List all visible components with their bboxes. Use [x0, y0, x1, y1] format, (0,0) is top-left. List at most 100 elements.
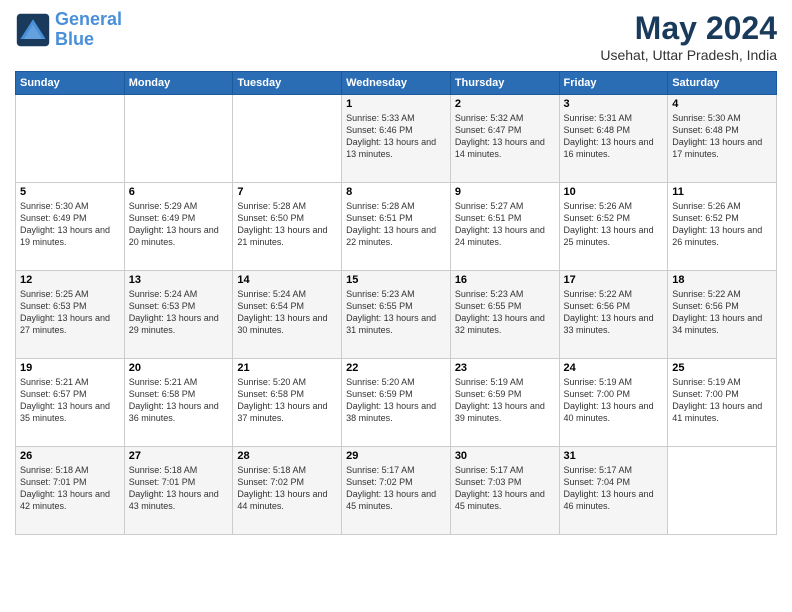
- day-number: 13: [129, 274, 229, 286]
- day-number: 5: [20, 186, 120, 198]
- day-number: 11: [672, 186, 772, 198]
- week-row-5: 26 Sunrise: 5:18 AM Sunset: 7:01 PM Dayl…: [16, 447, 777, 535]
- day-number: 28: [237, 450, 337, 462]
- day-cell: 13 Sunrise: 5:24 AM Sunset: 6:53 PM Dayl…: [124, 271, 233, 359]
- week-row-4: 19 Sunrise: 5:21 AM Sunset: 6:57 PM Dayl…: [16, 359, 777, 447]
- day-number: 31: [564, 450, 664, 462]
- page: General Blue May 2024 Usehat, Uttar Prad…: [0, 0, 792, 612]
- day-info: Sunrise: 5:32 AM Sunset: 6:47 PM Dayligh…: [455, 112, 555, 161]
- day-info: Sunrise: 5:18 AM Sunset: 7:01 PM Dayligh…: [20, 464, 120, 513]
- day-info: Sunrise: 5:19 AM Sunset: 6:59 PM Dayligh…: [455, 376, 555, 425]
- logo-icon: [15, 12, 51, 48]
- day-info: Sunrise: 5:33 AM Sunset: 6:46 PM Dayligh…: [346, 112, 446, 161]
- day-info: Sunrise: 5:19 AM Sunset: 7:00 PM Dayligh…: [564, 376, 664, 425]
- day-info: Sunrise: 5:29 AM Sunset: 6:49 PM Dayligh…: [129, 200, 229, 249]
- day-info: Sunrise: 5:20 AM Sunset: 6:59 PM Dayligh…: [346, 376, 446, 425]
- day-info: Sunrise: 5:17 AM Sunset: 7:02 PM Dayligh…: [346, 464, 446, 513]
- day-number: 8: [346, 186, 446, 198]
- day-cell: 26 Sunrise: 5:18 AM Sunset: 7:01 PM Dayl…: [16, 447, 125, 535]
- col-friday: Friday: [559, 72, 668, 95]
- day-number: 30: [455, 450, 555, 462]
- day-cell: 31 Sunrise: 5:17 AM Sunset: 7:04 PM Dayl…: [559, 447, 668, 535]
- day-info: Sunrise: 5:28 AM Sunset: 6:50 PM Dayligh…: [237, 200, 337, 249]
- day-cell: 4 Sunrise: 5:30 AM Sunset: 6:48 PM Dayli…: [668, 95, 777, 183]
- day-info: Sunrise: 5:21 AM Sunset: 6:58 PM Dayligh…: [129, 376, 229, 425]
- day-info: Sunrise: 5:25 AM Sunset: 6:53 PM Dayligh…: [20, 288, 120, 337]
- col-monday: Monday: [124, 72, 233, 95]
- day-info: Sunrise: 5:17 AM Sunset: 7:03 PM Dayligh…: [455, 464, 555, 513]
- day-cell: 1 Sunrise: 5:33 AM Sunset: 6:46 PM Dayli…: [342, 95, 451, 183]
- col-tuesday: Tuesday: [233, 72, 342, 95]
- day-number: 3: [564, 98, 664, 110]
- header: General Blue May 2024 Usehat, Uttar Prad…: [15, 10, 777, 63]
- day-number: 29: [346, 450, 446, 462]
- week-row-1: 1 Sunrise: 5:33 AM Sunset: 6:46 PM Dayli…: [16, 95, 777, 183]
- day-info: Sunrise: 5:24 AM Sunset: 6:53 PM Dayligh…: [129, 288, 229, 337]
- day-info: Sunrise: 5:24 AM Sunset: 6:54 PM Dayligh…: [237, 288, 337, 337]
- day-cell: 5 Sunrise: 5:30 AM Sunset: 6:49 PM Dayli…: [16, 183, 125, 271]
- day-info: Sunrise: 5:22 AM Sunset: 6:56 PM Dayligh…: [672, 288, 772, 337]
- calendar-table: Sunday Monday Tuesday Wednesday Thursday…: [15, 71, 777, 535]
- day-info: Sunrise: 5:21 AM Sunset: 6:57 PM Dayligh…: [20, 376, 120, 425]
- logo-line2: Blue: [55, 29, 94, 49]
- day-number: 15: [346, 274, 446, 286]
- day-cell: 28 Sunrise: 5:18 AM Sunset: 7:02 PM Dayl…: [233, 447, 342, 535]
- logo-text: General Blue: [55, 10, 122, 50]
- day-cell: 9 Sunrise: 5:27 AM Sunset: 6:51 PM Dayli…: [450, 183, 559, 271]
- day-info: Sunrise: 5:27 AM Sunset: 6:51 PM Dayligh…: [455, 200, 555, 249]
- day-cell: 7 Sunrise: 5:28 AM Sunset: 6:50 PM Dayli…: [233, 183, 342, 271]
- day-cell: 8 Sunrise: 5:28 AM Sunset: 6:51 PM Dayli…: [342, 183, 451, 271]
- day-number: 2: [455, 98, 555, 110]
- day-info: Sunrise: 5:19 AM Sunset: 7:00 PM Dayligh…: [672, 376, 772, 425]
- day-number: 4: [672, 98, 772, 110]
- day-number: 10: [564, 186, 664, 198]
- day-number: 12: [20, 274, 120, 286]
- day-cell: 24 Sunrise: 5:19 AM Sunset: 7:00 PM Dayl…: [559, 359, 668, 447]
- day-cell: 12 Sunrise: 5:25 AM Sunset: 6:53 PM Dayl…: [16, 271, 125, 359]
- day-info: Sunrise: 5:18 AM Sunset: 7:02 PM Dayligh…: [237, 464, 337, 513]
- day-info: Sunrise: 5:18 AM Sunset: 7:01 PM Dayligh…: [129, 464, 229, 513]
- day-cell: 2 Sunrise: 5:32 AM Sunset: 6:47 PM Dayli…: [450, 95, 559, 183]
- day-cell: [668, 447, 777, 535]
- day-number: 19: [20, 362, 120, 374]
- day-number: 6: [129, 186, 229, 198]
- day-info: Sunrise: 5:22 AM Sunset: 6:56 PM Dayligh…: [564, 288, 664, 337]
- col-saturday: Saturday: [668, 72, 777, 95]
- day-number: 9: [455, 186, 555, 198]
- calendar-header: Sunday Monday Tuesday Wednesday Thursday…: [16, 72, 777, 95]
- day-info: Sunrise: 5:26 AM Sunset: 6:52 PM Dayligh…: [672, 200, 772, 249]
- day-cell: 16 Sunrise: 5:23 AM Sunset: 6:55 PM Dayl…: [450, 271, 559, 359]
- day-cell: 3 Sunrise: 5:31 AM Sunset: 6:48 PM Dayli…: [559, 95, 668, 183]
- day-number: 25: [672, 362, 772, 374]
- day-cell: 19 Sunrise: 5:21 AM Sunset: 6:57 PM Dayl…: [16, 359, 125, 447]
- day-info: Sunrise: 5:23 AM Sunset: 6:55 PM Dayligh…: [455, 288, 555, 337]
- day-cell: [233, 95, 342, 183]
- week-row-3: 12 Sunrise: 5:25 AM Sunset: 6:53 PM Dayl…: [16, 271, 777, 359]
- day-info: Sunrise: 5:17 AM Sunset: 7:04 PM Dayligh…: [564, 464, 664, 513]
- main-title: May 2024: [600, 10, 777, 47]
- day-cell: 11 Sunrise: 5:26 AM Sunset: 6:52 PM Dayl…: [668, 183, 777, 271]
- col-thursday: Thursday: [450, 72, 559, 95]
- day-cell: 23 Sunrise: 5:19 AM Sunset: 6:59 PM Dayl…: [450, 359, 559, 447]
- day-number: 14: [237, 274, 337, 286]
- day-cell: 17 Sunrise: 5:22 AM Sunset: 6:56 PM Dayl…: [559, 271, 668, 359]
- col-sunday: Sunday: [16, 72, 125, 95]
- day-cell: 27 Sunrise: 5:18 AM Sunset: 7:01 PM Dayl…: [124, 447, 233, 535]
- day-cell: 18 Sunrise: 5:22 AM Sunset: 6:56 PM Dayl…: [668, 271, 777, 359]
- title-block: May 2024 Usehat, Uttar Pradesh, India: [600, 10, 777, 63]
- day-cell: 25 Sunrise: 5:19 AM Sunset: 7:00 PM Dayl…: [668, 359, 777, 447]
- day-number: 7: [237, 186, 337, 198]
- day-number: 21: [237, 362, 337, 374]
- day-cell: 29 Sunrise: 5:17 AM Sunset: 7:02 PM Dayl…: [342, 447, 451, 535]
- day-number: 17: [564, 274, 664, 286]
- day-cell: 6 Sunrise: 5:29 AM Sunset: 6:49 PM Dayli…: [124, 183, 233, 271]
- day-cell: 22 Sunrise: 5:20 AM Sunset: 6:59 PM Dayl…: [342, 359, 451, 447]
- day-number: 27: [129, 450, 229, 462]
- day-cell: 14 Sunrise: 5:24 AM Sunset: 6:54 PM Dayl…: [233, 271, 342, 359]
- day-number: 16: [455, 274, 555, 286]
- day-info: Sunrise: 5:30 AM Sunset: 6:49 PM Dayligh…: [20, 200, 120, 249]
- day-cell: 30 Sunrise: 5:17 AM Sunset: 7:03 PM Dayl…: [450, 447, 559, 535]
- day-cell: 20 Sunrise: 5:21 AM Sunset: 6:58 PM Dayl…: [124, 359, 233, 447]
- subtitle: Usehat, Uttar Pradesh, India: [600, 47, 777, 63]
- day-number: 22: [346, 362, 446, 374]
